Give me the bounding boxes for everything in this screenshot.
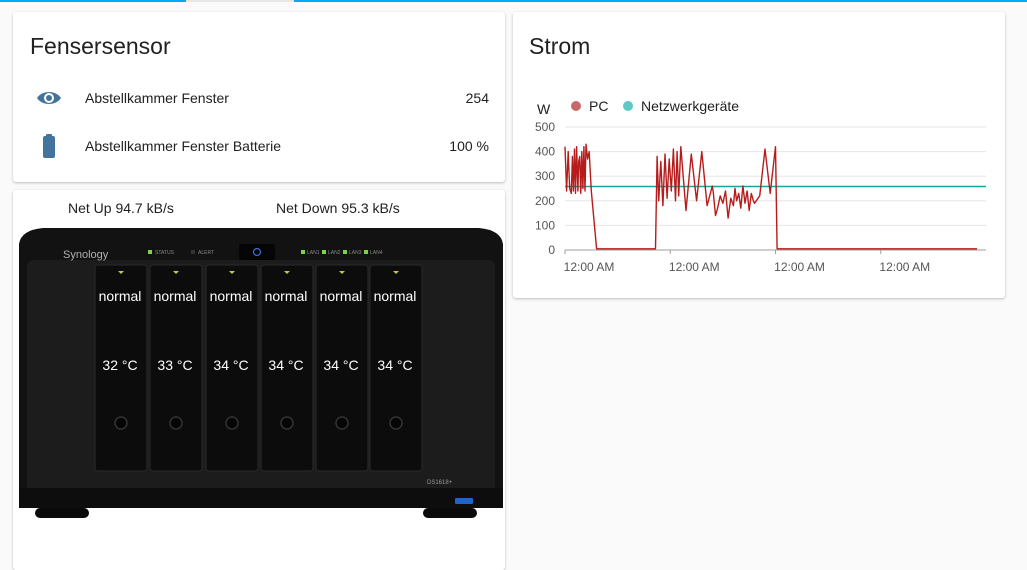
x-tick-label: 12:00 AM [669, 260, 720, 274]
model-label: DS1618+ [427, 480, 453, 486]
bay-temperature: 34 °C [377, 357, 413, 373]
net-up-label: Net Up 94.7 kB/s [68, 200, 174, 216]
y-tick-label: 0 [548, 243, 555, 257]
power-history-card: Strom W PC Netzwerkgeräte 500 400 300 200 100 0 1… [513, 12, 1005, 298]
y-tick-label: 500 [535, 120, 555, 134]
entity-name: Abstellkammer Fenster [85, 90, 229, 106]
foot-left [35, 508, 89, 518]
bay-temperature: 34 °C [323, 357, 359, 373]
bay-status: normal [98, 288, 142, 304]
usb-port [455, 498, 473, 504]
legend-label[interactable]: Netzwerkgeräte [641, 98, 739, 114]
lan3-label: LAN3 [349, 250, 362, 256]
bay-lock-icon [225, 416, 239, 430]
window-sensor-card: Fensersensor Abstellkammer Fenster 254 A… [13, 12, 505, 182]
x-tick-label: 12:00 AM [564, 260, 615, 274]
bay-temperature: 33 °C [157, 357, 193, 373]
y-tick-label: 400 [535, 145, 555, 159]
power-button [239, 244, 275, 260]
card-title: Fensersensor [30, 33, 171, 59]
brand-logo: Synology [63, 249, 109, 261]
bay-temperature: 32 °C [102, 357, 138, 373]
eye-icon [35, 86, 63, 110]
legend-label[interactable]: PC [589, 98, 608, 114]
y-tick-label: 300 [535, 169, 555, 183]
bay-lock-icon [169, 416, 183, 430]
bay-status: normal [153, 288, 197, 304]
y-tick-label: 100 [535, 218, 555, 232]
lan4-label: LAN4 [370, 250, 383, 256]
bay-status: normal [209, 288, 253, 304]
bay-lock-icon [280, 416, 294, 430]
entity-value: 100 % [449, 138, 489, 154]
entity-name: Abstellkammer Fenster Batterie [85, 138, 282, 154]
active-tab-indicator [186, 0, 294, 2]
bay-temperature: 34 °C [268, 357, 304, 373]
legend-swatch[interactable] [623, 101, 633, 111]
top-progress-bar [0, 0, 1027, 2]
lan1-label: LAN1 [307, 250, 320, 256]
entity-value: 254 [465, 90, 489, 106]
nas-device-image: Synology STATUS ALERT LAN1 LAN2 LAN3 LAN… [19, 228, 503, 518]
battery-icon [35, 134, 63, 158]
entity-row-battery[interactable]: Abstellkammer Fenster Batterie 100 % [13, 130, 505, 162]
y-tick-label: 200 [535, 194, 555, 208]
bay-status: normal [319, 288, 363, 304]
bay-lock-icon [389, 416, 403, 430]
bay-temperature: 34 °C [213, 357, 249, 373]
bay-lock-icon [335, 416, 349, 430]
power-chart[interactable]: W PC Netzwerkgeräte 500 400 300 200 100 0 12:00 A… [513, 12, 1005, 298]
bay-status: normal [264, 288, 308, 304]
bay-status: normal [373, 288, 417, 304]
x-tick-label: 12:00 AM [774, 260, 825, 274]
entity-row-window[interactable]: Abstellkammer Fenster 254 [13, 82, 505, 114]
y-axis-label: W [537, 101, 551, 117]
alert-led-label: ALERT [198, 250, 214, 256]
status-led-label: STATUS [155, 250, 175, 256]
nas-card: Net Up 94.7 kB/s Net Down 95.3 kB/s Syno… [13, 190, 505, 570]
bay-lock-icon [114, 416, 128, 430]
legend-swatch[interactable] [571, 101, 581, 111]
x-tick-label: 12:00 AM [879, 260, 930, 274]
series-line-pc[interactable] [564, 143, 978, 250]
net-down-label: Net Down 95.3 kB/s [276, 200, 400, 216]
lan2-label: LAN2 [328, 250, 341, 256]
foot-right [423, 508, 477, 518]
